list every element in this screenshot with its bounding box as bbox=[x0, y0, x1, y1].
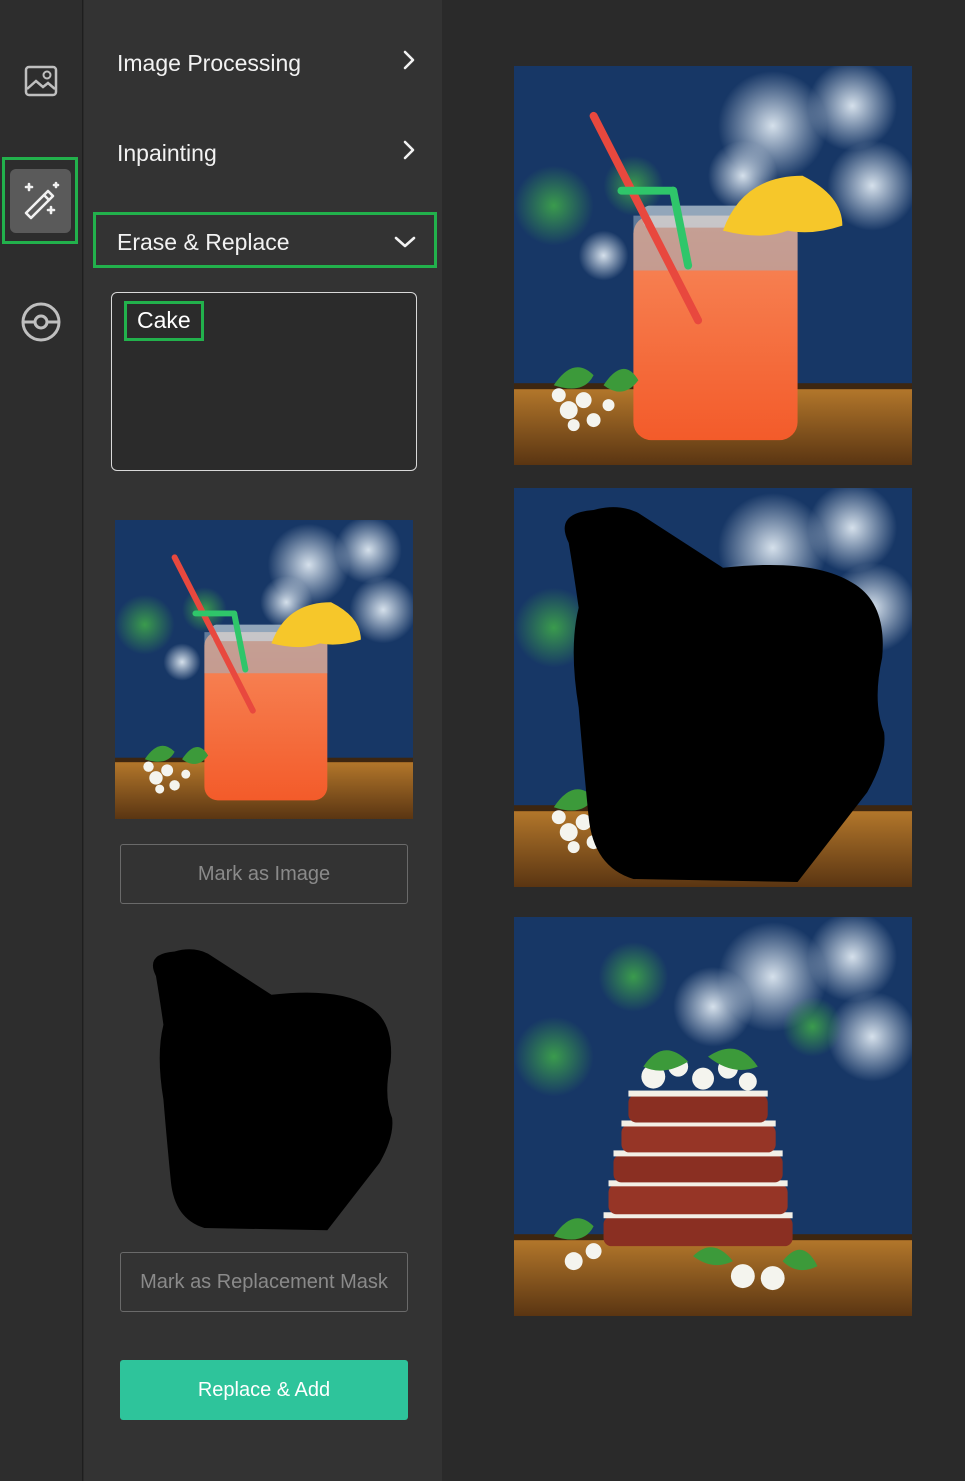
image-gallery bbox=[442, 0, 965, 1481]
mark-as-replacement-mask-button[interactable]: Mark as Replacement Mask bbox=[120, 1252, 408, 1312]
tool-rail bbox=[0, 0, 83, 1481]
tool-panel: Image Processing Inpainting Erase & Repl… bbox=[84, 0, 442, 1481]
chevron-down-icon bbox=[393, 229, 417, 256]
prompt-text: Cake bbox=[137, 307, 191, 333]
prompt-text-highlight: Cake bbox=[124, 301, 204, 341]
image-icon[interactable] bbox=[20, 60, 62, 102]
accordion-label: Erase & Replace bbox=[117, 228, 290, 255]
magic-wand-icon[interactable] bbox=[10, 169, 71, 233]
mark-as-image-button[interactable]: Mark as Image bbox=[120, 844, 408, 904]
eye-circle-icon[interactable] bbox=[20, 301, 62, 343]
accordion-label: Image Processing bbox=[117, 49, 302, 76]
chevron-right-icon bbox=[401, 49, 417, 77]
gallery-image-masked[interactable] bbox=[514, 488, 912, 887]
accordion-inpainting[interactable]: Inpainting bbox=[117, 133, 417, 173]
accordion-label: Inpainting bbox=[117, 139, 217, 166]
gallery-image-cake-result[interactable] bbox=[514, 917, 912, 1316]
gallery-image-original[interactable] bbox=[514, 66, 912, 465]
accordion-erase-replace[interactable]: Erase & Replace bbox=[117, 222, 417, 262]
replace-and-add-button[interactable]: Replace & Add bbox=[120, 1360, 408, 1420]
accordion-image-processing[interactable]: Image Processing bbox=[117, 43, 417, 83]
source-image-thumbnail bbox=[115, 520, 413, 819]
replacement-prompt-input[interactable]: Cake bbox=[111, 292, 417, 471]
mask-thumbnail bbox=[115, 935, 413, 1234]
chevron-right-icon bbox=[401, 139, 417, 167]
